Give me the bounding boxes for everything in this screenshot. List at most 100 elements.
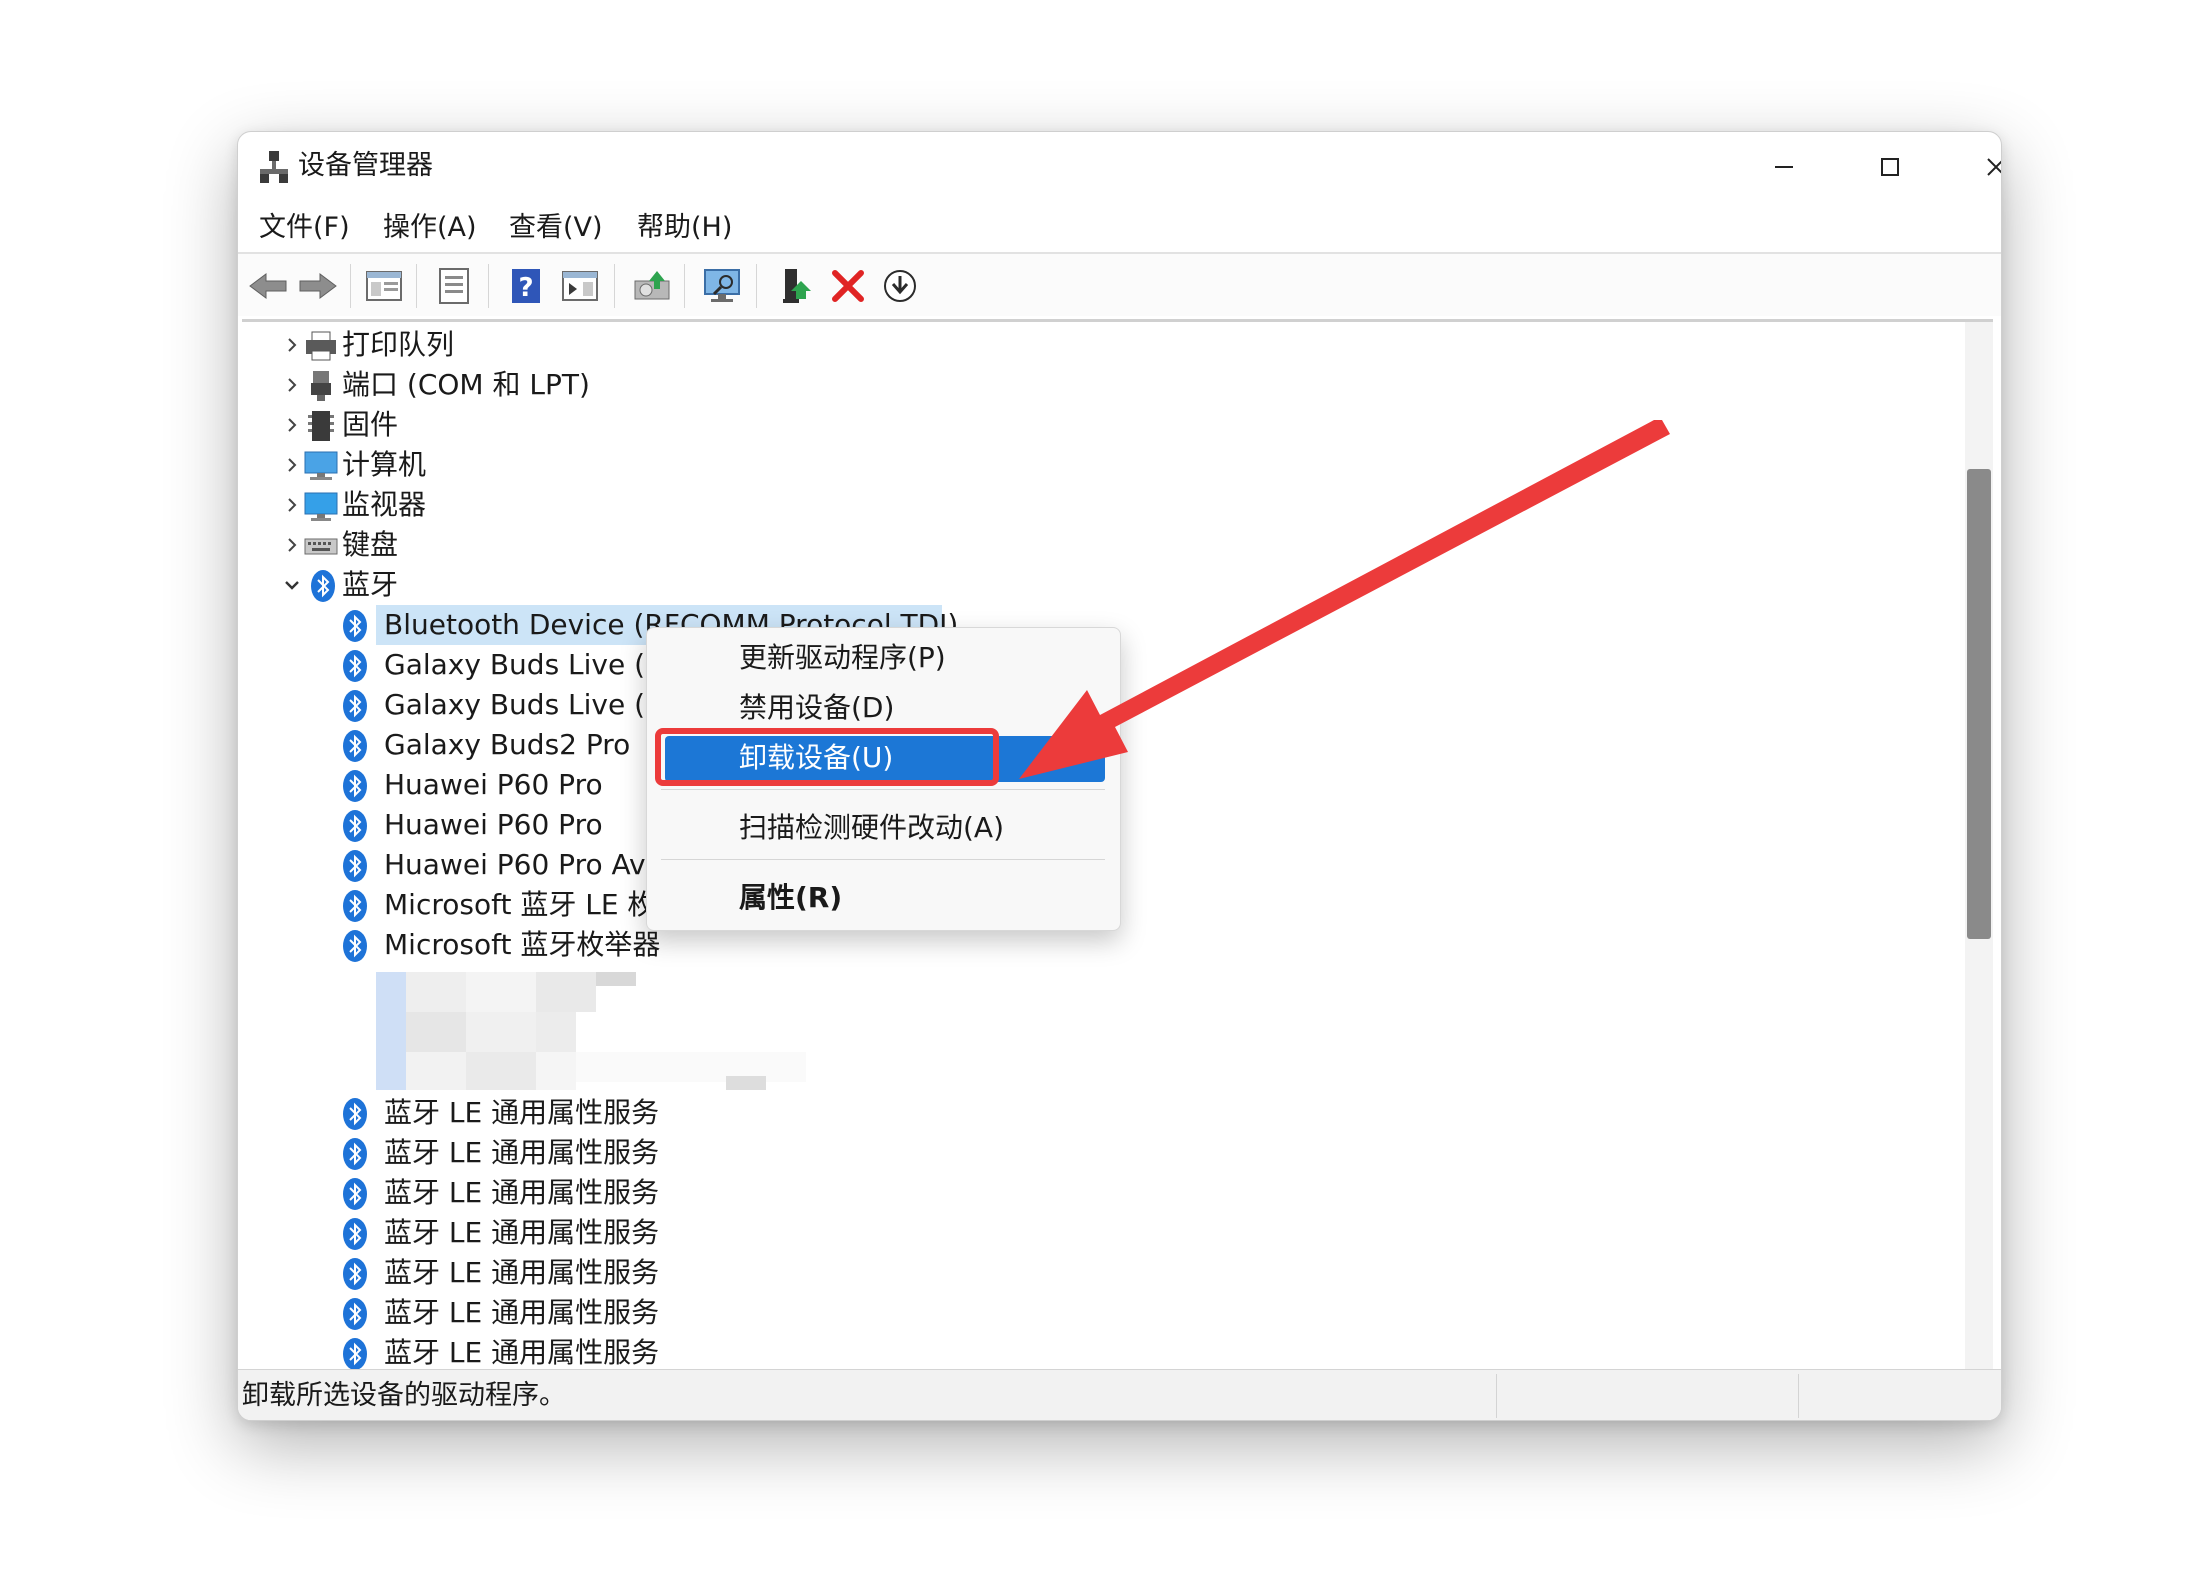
- tree-device[interactable]: 蓝牙 LE 通用属性服务: [242, 1173, 1942, 1213]
- bluetooth-icon: [343, 730, 367, 762]
- context-menu-scan-hardware[interactable]: 扫描检测硬件改动(A): [647, 804, 1120, 852]
- bluetooth-icon: [343, 770, 367, 802]
- uninstall-device-button[interactable]: [826, 264, 870, 308]
- minimize-button[interactable]: [1734, 142, 1834, 192]
- properties-icon: [439, 268, 469, 304]
- context-menu-properties[interactable]: 属性(R): [647, 874, 1120, 922]
- menu-action[interactable]: 操作(A): [379, 210, 481, 246]
- tree-category-label: 键盘: [342, 528, 399, 561]
- tree-device[interactable]: 蓝牙 LE 通用属性服务: [242, 1093, 1942, 1133]
- help-icon: ?: [512, 269, 540, 303]
- title-bar: 设备管理器: [238, 132, 2001, 204]
- context-menu-label: 禁用设备(D): [739, 691, 895, 724]
- context-menu-label: 更新驱动程序(P): [739, 641, 946, 674]
- forward-arrow-icon: [299, 273, 337, 299]
- status-bar: 卸载所选设备的驱动程序。: [238, 1369, 2001, 1420]
- menu-view[interactable]: 查看(V): [505, 210, 607, 246]
- bluetooth-icon: [343, 610, 367, 642]
- bluetooth-icon: [343, 810, 367, 842]
- back-arrow-icon: [249, 273, 287, 299]
- bluetooth-icon: [343, 690, 367, 722]
- tree-device[interactable]: Microsoft 蓝牙枚举器: [242, 925, 1942, 965]
- tree-device-label: 蓝牙 LE 通用属性服务: [384, 1096, 660, 1129]
- chevron-right-icon[interactable]: [282, 375, 302, 395]
- firmware-icon: [308, 411, 334, 441]
- printer-icon: [306, 331, 336, 361]
- menu-help[interactable]: 帮助(H): [633, 210, 736, 246]
- tree-category-print-queue[interactable]: 打印队列: [242, 325, 1942, 365]
- chevron-right-icon[interactable]: [282, 495, 302, 515]
- forward-button[interactable]: [296, 264, 340, 308]
- tree-category-monitors[interactable]: 监视器: [242, 485, 1942, 525]
- close-button[interactable]: [1946, 142, 2001, 192]
- tree-device-label: Huawei P60 Pro Av: [384, 848, 646, 881]
- tree-device-label: Huawei P60 Pro: [384, 808, 603, 841]
- tree-device[interactable]: 蓝牙 LE 通用属性服务: [242, 1333, 1942, 1369]
- window-title: 设备管理器: [298, 150, 433, 181]
- scan-hardware-button[interactable]: [700, 264, 744, 308]
- tree-device[interactable]: 蓝牙 LE 通用属性服务: [242, 1213, 1942, 1253]
- show-hide-tree-button[interactable]: [362, 264, 406, 308]
- install-button[interactable]: [878, 264, 922, 308]
- bluetooth-icon: [343, 1298, 367, 1330]
- update-driver-icon: [634, 271, 670, 300]
- tree-category-label: 计算机: [342, 448, 427, 481]
- bluetooth-icon: [343, 1338, 367, 1369]
- bluetooth-icon: [343, 1258, 367, 1290]
- enable-device-button[interactable]: [774, 264, 818, 308]
- scan-hardware-icon: [704, 269, 740, 302]
- tree-device-label: Huawei P60 Pro: [384, 768, 603, 801]
- chevron-right-icon[interactable]: [282, 335, 302, 355]
- tree-device-label: 蓝牙 LE 通用属性服务: [384, 1336, 660, 1369]
- tree-device[interactable]: 蓝牙 LE 通用属性服务: [242, 1253, 1942, 1293]
- help-button[interactable]: ?: [504, 264, 548, 308]
- scrollbar-thumb[interactable]: [1967, 469, 1991, 939]
- bluetooth-icon: [343, 890, 367, 922]
- tree-category-label: 固件: [342, 408, 399, 441]
- bluetooth-icon: [343, 650, 367, 682]
- context-menu-uninstall-device[interactable]: 卸载设备(U): [647, 728, 1120, 786]
- tree-category-bluetooth[interactable]: 蓝牙: [242, 565, 1942, 605]
- tree-device[interactable]: 蓝牙 LE 通用属性服务: [242, 1293, 1942, 1333]
- chevron-down-icon[interactable]: [282, 575, 302, 595]
- context-menu-disable-device[interactable]: 禁用设备(D): [647, 684, 1120, 732]
- context-menu-label: 卸载设备(U): [739, 741, 894, 774]
- close-icon: [1987, 158, 2001, 176]
- port-icon: [311, 371, 331, 401]
- context-menu-update-driver[interactable]: 更新驱动程序(P): [647, 634, 1120, 682]
- menu-separator: [661, 859, 1105, 860]
- enable-device-icon: [783, 269, 811, 303]
- maximize-button[interactable]: [1840, 142, 1940, 192]
- tree-device-label: Galaxy Buds Live (9: [384, 648, 663, 681]
- tree-device-label: Microsoft 蓝牙 LE 枚: [384, 888, 656, 921]
- tree-category-label: 监视器: [342, 488, 427, 521]
- properties-button[interactable]: [432, 264, 476, 308]
- tree-category-computer[interactable]: 计算机: [242, 445, 1942, 485]
- bluetooth-icon: [343, 1178, 367, 1210]
- chevron-right-icon[interactable]: [282, 535, 302, 555]
- maximize-icon: [1881, 158, 1899, 176]
- bluetooth-icon: [343, 1098, 367, 1130]
- tree-device-label: Galaxy Buds Live (9: [384, 688, 663, 721]
- monitor-icon: [304, 492, 338, 521]
- vertical-scrollbar[interactable]: [1965, 322, 1993, 1369]
- tree-device[interactable]: 蓝牙 LE 通用属性服务: [242, 1133, 1942, 1173]
- chevron-right-icon[interactable]: [282, 415, 302, 435]
- tree-device-label: Galaxy Buds2 Pro: [384, 728, 631, 761]
- menu-file[interactable]: 文件(F): [255, 210, 354, 246]
- back-button[interactable]: [246, 264, 290, 308]
- tree-category-ports[interactable]: 端口 (COM 和 LPT): [242, 365, 1942, 405]
- tree-category-keyboards[interactable]: 键盘: [242, 525, 1942, 565]
- minimize-icon: [1775, 166, 1793, 168]
- tree-category-firmware[interactable]: 固件: [242, 405, 1942, 445]
- action-pane-icon: [562, 271, 598, 301]
- chevron-right-icon[interactable]: [282, 455, 302, 475]
- toolbar: ?: [238, 252, 2001, 316]
- computer-icon: [304, 451, 338, 480]
- bluetooth-icon: [343, 850, 367, 882]
- tree-category-label: 蓝牙: [342, 568, 399, 601]
- action-pane-button[interactable]: [558, 264, 602, 308]
- tree-device-label: 蓝牙 LE 通用属性服务: [384, 1256, 660, 1289]
- bluetooth-icon: [343, 1218, 367, 1250]
- update-driver-button[interactable]: [630, 264, 674, 308]
